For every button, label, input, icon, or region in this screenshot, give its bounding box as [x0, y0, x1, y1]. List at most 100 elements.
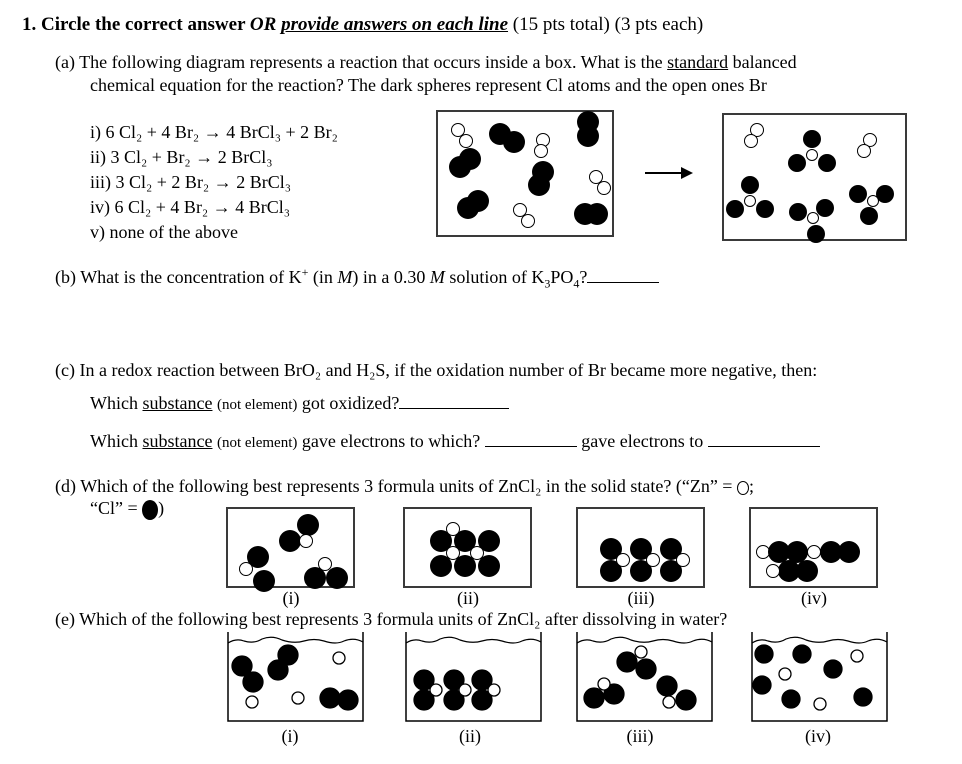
part-a-label: (a) [55, 52, 75, 72]
part-c-label: (c) [55, 360, 75, 380]
answer-line-b[interactable] [587, 281, 660, 283]
zn-legend-icon [736, 480, 749, 495]
cl-atom [467, 190, 489, 212]
part-b-text: (in [308, 267, 338, 287]
br-atom [857, 144, 871, 158]
cl-atom [337, 689, 359, 711]
cl-atom [242, 671, 264, 693]
cl-atom [754, 644, 774, 664]
part-a-text-end: balanced [732, 52, 797, 72]
br-atom [459, 134, 474, 148]
title-instruction: Circle the correct answer [41, 14, 246, 35]
answer-line-oxidized[interactable] [399, 407, 510, 409]
cl-atom [853, 687, 873, 707]
part-e-label: (e) [55, 609, 75, 629]
title-points: (15 pts total) (3 pts each) [512, 14, 704, 35]
cl-atom [788, 154, 806, 172]
cl-atom [741, 176, 759, 194]
q2-text: Which [90, 431, 138, 451]
cl-atom [675, 689, 697, 711]
zn-atom [766, 564, 780, 578]
cl-atom [816, 199, 834, 217]
molarity-unit: M [429, 267, 445, 287]
option-label-iv[interactable]: (iv) [789, 588, 839, 609]
title-underlined: provide answers on each line [281, 14, 509, 35]
zn-atom [291, 691, 305, 705]
br-atom [521, 214, 536, 228]
zn-atom [239, 562, 253, 576]
choice-iv[interactable]: iv) 6 Cl₂ + 4 Br₂ → 4 BrCl₃ [90, 197, 290, 218]
cl-atom [792, 644, 812, 664]
choice-ii[interactable]: ii) 3 Cl₂ + Br₂ → 2 BrCl₃ [90, 147, 273, 168]
option-label-i[interactable]: (i) [266, 588, 316, 609]
cl-atom [635, 658, 657, 680]
choice-text: none of the above [109, 222, 238, 242]
option-label-iii[interactable]: (iii) [616, 588, 666, 609]
zn-atom [299, 534, 313, 548]
zn-atom [634, 645, 648, 659]
solution-option-iii[interactable] [575, 632, 714, 724]
question-title: 1. Circle the correct answer OR provide … [22, 14, 703, 36]
option-label-iv[interactable]: (iv) [793, 726, 843, 747]
cl-atom [803, 130, 821, 148]
option-label-ii[interactable]: (ii) [443, 588, 493, 609]
zn-atom [470, 546, 484, 560]
cl-atom [459, 148, 481, 170]
br-atom [597, 181, 612, 195]
part-b-text: PO [550, 267, 574, 287]
zn-atom [616, 553, 630, 567]
part-d-text: Which of the following best represents 3… [80, 476, 737, 496]
solid-option-iii[interactable] [576, 507, 705, 588]
cl-atom [838, 541, 860, 563]
cl-atom [326, 567, 348, 589]
option-label-ii[interactable]: (ii) [445, 726, 495, 747]
solution-option-ii[interactable] [404, 632, 543, 724]
br-atom [806, 149, 818, 161]
water-surface [576, 636, 713, 644]
choice-id: iii) [90, 172, 111, 192]
cl-legend-label: “Cl” = [90, 498, 143, 518]
option-label-i[interactable]: (i) [265, 726, 315, 747]
part-d-text-end: ) [158, 498, 165, 518]
part-c-q1: Which substance (not element) got oxidiz… [90, 393, 510, 414]
option-label-iii[interactable]: (iii) [615, 726, 665, 747]
part-a-line2: chemical equation for the reaction? The … [90, 75, 767, 95]
solution-option-i[interactable] [226, 632, 365, 724]
water-surface [227, 636, 364, 644]
part-e-text: Which of the following best represents 3… [79, 609, 728, 629]
br-atom [744, 195, 756, 207]
part-b-text: What is the concentration of K [80, 267, 302, 287]
part-a-text: The following diagram represents a react… [79, 52, 663, 72]
zn-atom [662, 695, 676, 709]
zn-atom [813, 697, 827, 711]
cl-atom [297, 514, 319, 536]
choice-i[interactable]: i) 6 Cl₂ + 4 Br₂ → 4 BrCl₃ + 2 Br₂ [90, 122, 338, 143]
solid-option-ii[interactable] [403, 507, 532, 588]
answer-line-acceptor[interactable] [707, 445, 820, 447]
choice-v[interactable]: v) none of the above [90, 222, 238, 243]
zn-atom [807, 545, 821, 559]
q1-note: (not element) [216, 397, 298, 413]
cl-atom [319, 687, 341, 709]
part-b-question: (b) What is the concentration of K+ (in … [55, 266, 660, 290]
part-a-line1: (a) The following diagram represents a r… [55, 52, 797, 73]
solid-option-iv[interactable] [749, 507, 878, 588]
zn-atom [332, 651, 346, 665]
part-e-question: (e) Which of the following best represen… [55, 609, 727, 630]
choice-iii[interactable]: iii) 3 Cl₂ + 2 Br₂ → 2 BrCl₃ [90, 172, 291, 193]
cl-atom [756, 200, 774, 218]
part-b-text: ? [579, 267, 588, 287]
title-or: OR [249, 14, 277, 35]
water-surface [751, 636, 888, 644]
part-b-text: solution of K [444, 267, 545, 287]
q2-note: (not element) [216, 435, 298, 451]
solid-option-i[interactable] [226, 507, 355, 592]
part-c-q2: Which substance (not element) gave elect… [90, 431, 820, 452]
solution-option-iv[interactable] [750, 632, 889, 724]
answer-line-donor[interactable] [484, 445, 577, 447]
br-atom [867, 195, 879, 207]
question-number: 1. [22, 14, 37, 35]
zn-atom [646, 553, 660, 567]
cl-legend-icon [142, 499, 159, 520]
reaction-arrow-icon [645, 167, 693, 179]
